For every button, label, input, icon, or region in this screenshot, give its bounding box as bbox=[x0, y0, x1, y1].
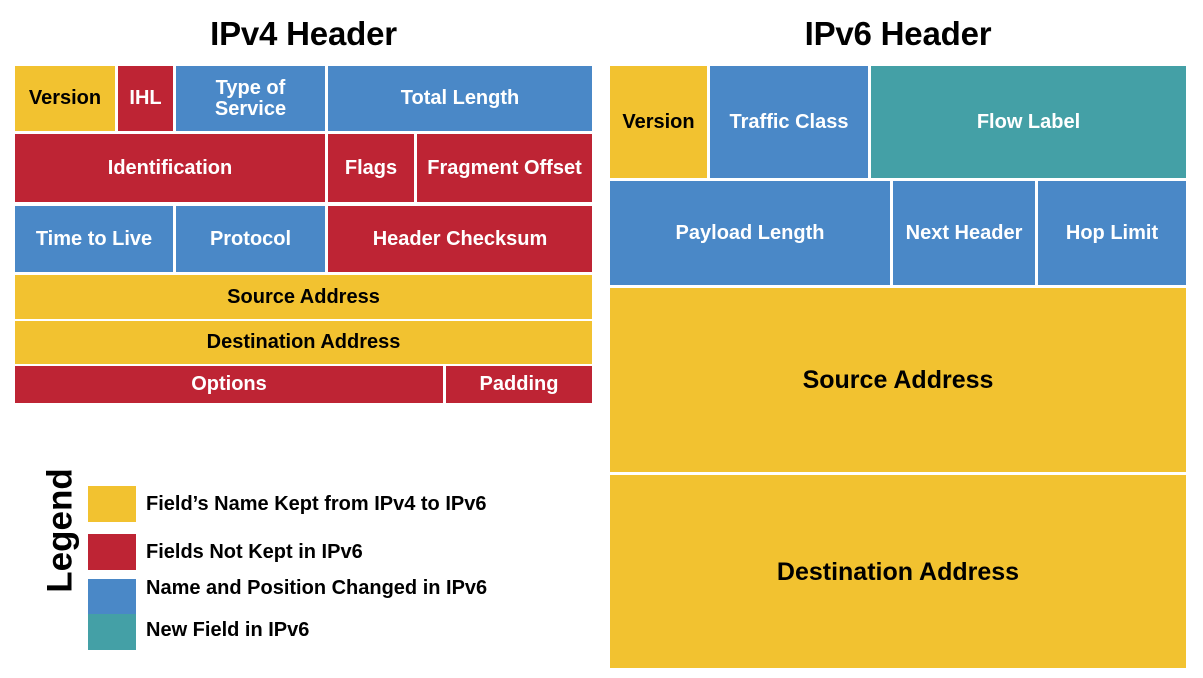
ipv6-field-version-label: Version bbox=[622, 110, 695, 133]
ipv4-field-flags-label: Flags bbox=[344, 156, 398, 179]
ipv4-field-source-address-label: Source Address bbox=[227, 285, 380, 308]
legend-swatch-red bbox=[88, 534, 136, 570]
ipv6-field-payload-length: Payload Length bbox=[610, 181, 890, 285]
ipv4-field-padding-label: Padding bbox=[479, 373, 559, 396]
ipv4-field-flags: Flags bbox=[328, 134, 414, 202]
ipv6-field-next-header-label: Next Header bbox=[905, 221, 1023, 244]
legend-label-yellow: Field’s Name Kept from IPv4 to IPv6 bbox=[146, 493, 487, 515]
legend-swatch-teal bbox=[88, 614, 136, 650]
ipv6-header-title: IPv6 Header bbox=[804, 15, 992, 52]
ipv6-field-hop-limit: Hop Limit bbox=[1038, 181, 1186, 285]
ipv4-field-total-length-label: Total Length bbox=[400, 87, 520, 110]
ipv6-field-source-address: Source Address bbox=[610, 288, 1186, 472]
legend-label-teal: New Field in IPv6 bbox=[146, 619, 310, 641]
ipv4-field-header-checksum: Header Checksum bbox=[328, 206, 592, 272]
ipv4-field-time-to-live: Time to Live bbox=[15, 206, 173, 272]
ipv4-field-fragment-offset: Fragment Offset bbox=[417, 134, 592, 202]
ipv4-field-options: Options bbox=[15, 366, 443, 403]
ipv4-field-type-of-service-label: Type of Service bbox=[214, 76, 287, 120]
ipv4-field-options-label: Options bbox=[191, 373, 267, 396]
ipv4-field-ihl: IHL bbox=[118, 66, 173, 131]
ipv4-field-ihl-label: IHL bbox=[129, 87, 162, 110]
ipv6-field-next-header: Next Header bbox=[893, 181, 1035, 285]
ipv4-field-total-length: Total Length bbox=[328, 66, 592, 131]
ipv4-field-protocol-label: Protocol bbox=[209, 227, 292, 250]
ipv4-field-type-of-service: Type of Service bbox=[176, 66, 325, 131]
ipv4-field-fragment-offset-label: Fragment Offset bbox=[427, 156, 582, 179]
ipv4-header-title: IPv4 Header bbox=[210, 15, 397, 52]
ipv4-field-identification-label: Identification bbox=[107, 156, 233, 179]
legend-label-red: Fields Not Kept in IPv6 bbox=[146, 541, 363, 563]
legend-swatch-blue bbox=[88, 579, 136, 615]
ipv6-field-traffic-class: Traffic Class bbox=[710, 66, 868, 178]
ipv6-field-source-address-label: Source Address bbox=[802, 366, 994, 394]
ipv4-field-padding: Padding bbox=[446, 366, 592, 403]
ipv6-field-flow-label: Flow Label bbox=[871, 66, 1186, 178]
legend-label-blue: Name and Position Changed in IPv6 bbox=[146, 577, 488, 599]
ipv4-field-destination-address-label: Destination Address bbox=[206, 331, 401, 354]
diagram-canvas: IPv4 Header Version IHL Type of Service … bbox=[0, 0, 1203, 678]
ipv4-field-header-checksum-label: Header Checksum bbox=[372, 227, 548, 250]
ipv6-field-payload-length-label: Payload Length bbox=[675, 221, 825, 244]
ipv4-field-destination-address: Destination Address bbox=[15, 321, 592, 364]
ipv4-field-protocol: Protocol bbox=[176, 206, 325, 272]
ipv6-field-version: Version bbox=[610, 66, 707, 178]
legend-swatch-yellow bbox=[88, 486, 136, 522]
legend-title: Legend bbox=[40, 468, 80, 593]
ipv4-field-source-address: Source Address bbox=[15, 275, 592, 319]
ipv6-field-destination-address-label: Destination Address bbox=[776, 557, 1020, 586]
ipv4-field-version-label: Version bbox=[28, 87, 102, 110]
ipv4-field-version: Version bbox=[15, 66, 115, 131]
ipv4-field-time-to-live-label: Time to Live bbox=[35, 227, 153, 250]
ipv6-field-hop-limit-label: Hop Limit bbox=[1065, 221, 1159, 244]
ipv6-field-traffic-class-label: Traffic Class bbox=[729, 110, 849, 133]
ipv6-field-flow-label-label: Flow Label bbox=[976, 110, 1081, 133]
ipv4-field-identification: Identification bbox=[15, 134, 325, 202]
ipv6-field-destination-address: Destination Address bbox=[610, 475, 1186, 668]
